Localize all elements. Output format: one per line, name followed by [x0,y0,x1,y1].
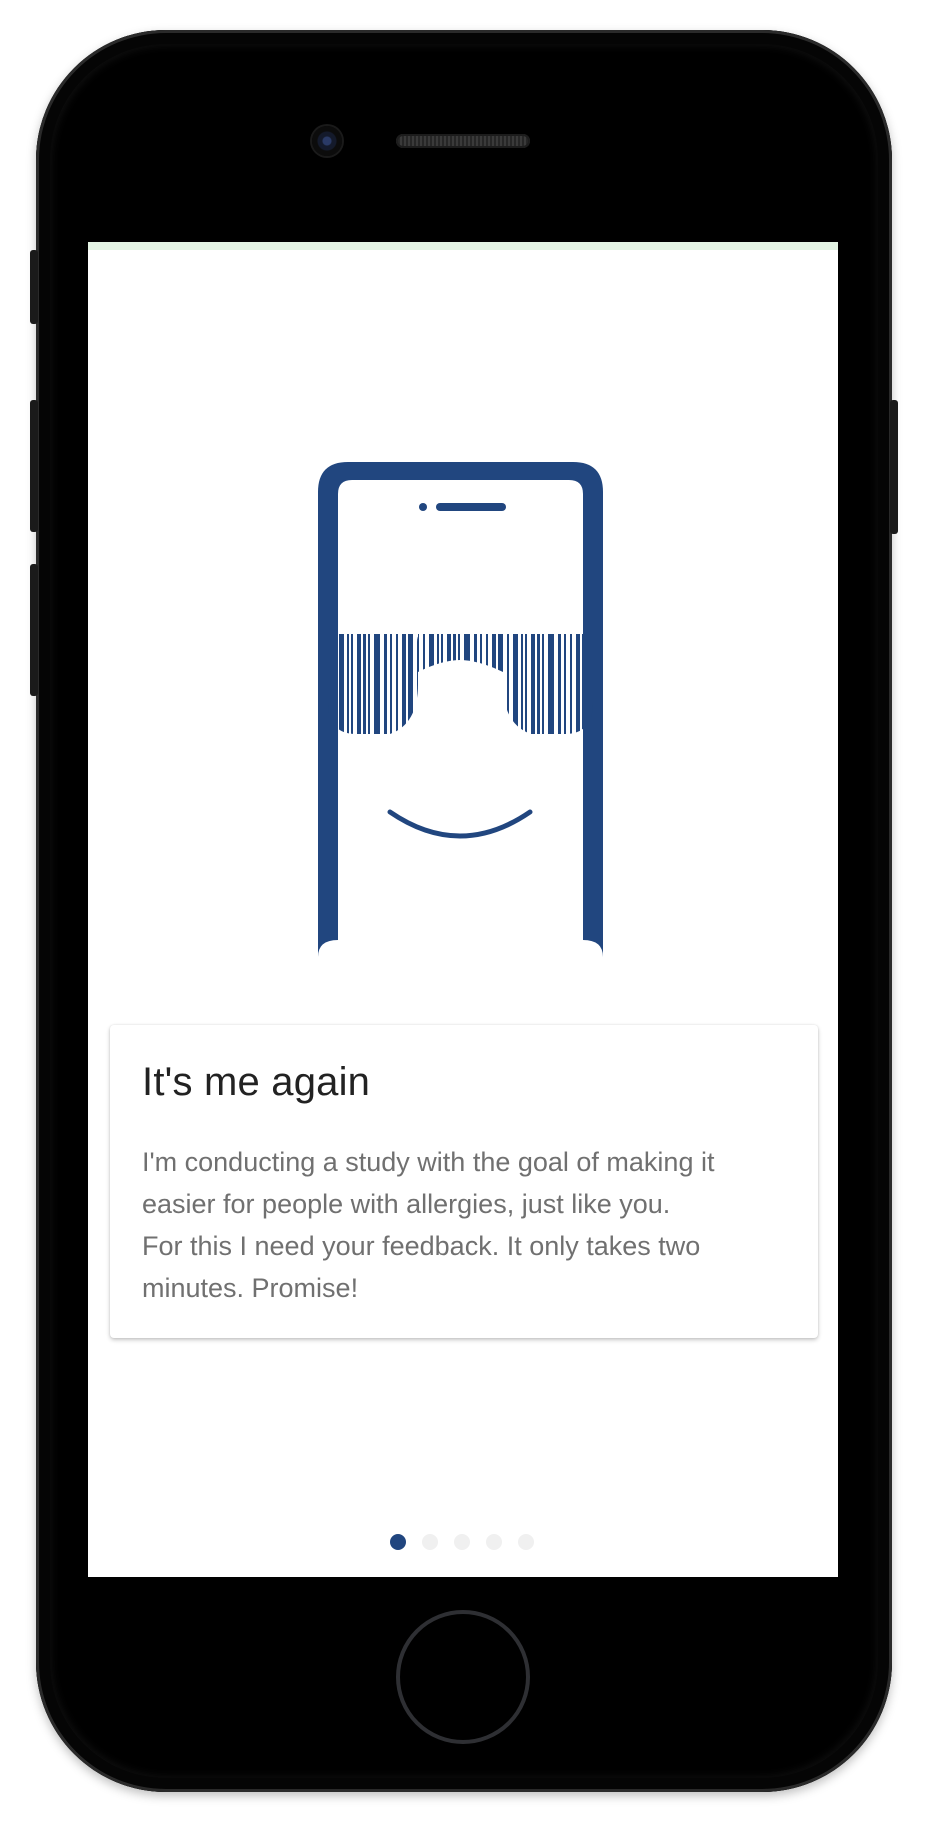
card-body-line: easier for people with allergies, just l… [142,1189,671,1219]
card-body-line: For this I need your feedback. It only t… [142,1231,701,1261]
page-dot[interactable] [454,1534,470,1550]
front-camera-icon [312,126,342,156]
phone-barcode-sunglasses-icon [318,462,603,957]
top-progress-strip [88,242,838,250]
page-indicator [88,1534,838,1550]
earpiece-speaker [396,134,530,148]
right-lens-barcode [507,634,593,734]
page-dot[interactable] [518,1534,534,1550]
volume-up-button [30,400,38,532]
home-button[interactable] [396,1610,530,1744]
card-body-line: minutes. Promise! [142,1273,359,1303]
phone-sensor-dot [419,503,427,511]
smile-mouth [387,809,533,839]
phone-speaker-slot [436,503,506,511]
page-dot[interactable] [422,1534,438,1550]
mute-switch [30,250,38,324]
power-button [890,400,898,534]
app-screen: It's me again I'm conducting a study wit… [88,242,838,1577]
left-lens-barcode [328,634,418,734]
volume-down-button [30,564,38,696]
page-dot-active[interactable] [390,1534,406,1550]
page-dot[interactable] [486,1534,502,1550]
intro-card: It's me again I'm conducting a study wit… [110,1025,818,1338]
card-body: I'm conducting a study with the goal of … [142,1141,786,1309]
card-title: It's me again [142,1060,371,1104]
card-body-line: I'm conducting a study with the goal of … [142,1147,715,1177]
bridge-barcode [418,634,503,672]
